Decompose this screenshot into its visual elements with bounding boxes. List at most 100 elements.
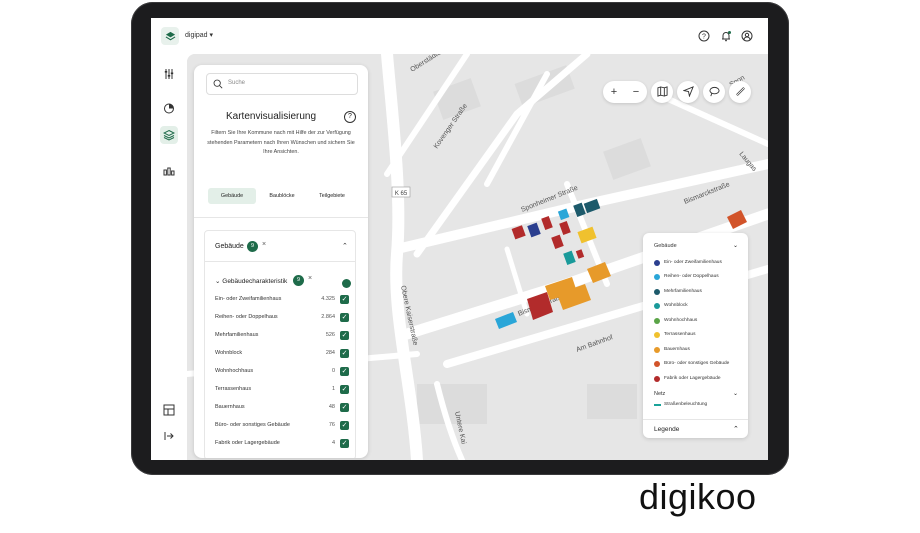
chevron-up-icon[interactable]: ⌃ (342, 242, 348, 250)
workspace-name: digipad (185, 32, 208, 39)
panel-description: Filtern Sie Ihre Kommune nach mit Hilfe … (207, 130, 355, 156)
help-icon[interactable]: ? (698, 29, 710, 42)
row-label: Büro- oder sonstiges Gebäude (215, 422, 290, 428)
map-legend: Gebäude ⌄ Ein- oder Zweifamilienhaus Rei… (643, 233, 748, 438)
chevron-up-icon[interactable]: ⌃ (733, 425, 739, 433)
legend-net-title[interactable]: Netz (654, 391, 665, 397)
row-count: 4.325 (321, 296, 335, 302)
list-item: Ein- oder Zweifamilienhaus 4.325 ✓ (215, 294, 349, 306)
road-shield-label: K 65 (395, 191, 408, 197)
zoom-in-icon[interactable]: + (603, 81, 625, 103)
row-checkbox[interactable]: ✓ (340, 331, 349, 340)
bell-icon[interactable] (720, 29, 732, 42)
chevron-down-icon[interactable]: ⌄ (733, 390, 738, 397)
locate-control (677, 81, 699, 103)
row-checkbox[interactable]: ✓ (340, 439, 349, 448)
layers-icon[interactable] (160, 126, 178, 144)
legend-label: Terrassenhaus (664, 332, 696, 337)
legend-line-swatch (654, 404, 661, 406)
search-icon (213, 79, 223, 89)
search-placeholder: Suche (228, 80, 246, 86)
legend-swatch (654, 376, 660, 382)
select-all-radio[interactable] (343, 280, 350, 287)
row-checkbox[interactable]: ✓ (340, 313, 349, 322)
legend-divider (643, 419, 748, 420)
row-checkbox[interactable]: ✓ (340, 403, 349, 412)
row-label: Bauernhaus (215, 404, 245, 410)
row-count: 1 (331, 386, 335, 392)
row-label: Ein- oder Zweifamilienhaus (215, 296, 282, 302)
clear-subsection-icon[interactable]: × (308, 275, 312, 282)
legend-toggle-label[interactable]: Legende (654, 426, 679, 433)
row-count: 0 (331, 368, 335, 374)
row-checkbox[interactable]: ✓ (340, 349, 349, 358)
row-label: Mehrfamilienhaus (215, 332, 259, 338)
legend-label: Reihen- oder Doppelhaus (664, 274, 719, 279)
section-title[interactable]: Gebäude (215, 243, 244, 250)
list-item: Mehrfamilienhaus 526 ✓ (215, 330, 349, 342)
legend-swatch (654, 260, 660, 266)
legend-label: Bauernhaus (664, 347, 690, 352)
collapse-sidebar-icon[interactable] (160, 427, 178, 445)
row-count: 76 (328, 422, 335, 428)
legend-swatch (654, 274, 660, 280)
row-checkbox[interactable]: ✓ (340, 367, 349, 376)
legend-label: Fabrik oder Lagergebäude (664, 376, 721, 381)
row-count: 2.864 (321, 314, 335, 320)
legend-swatch (654, 303, 660, 309)
subsection-title[interactable]: ⌄ Gebäudecharakteristik (215, 277, 287, 285)
tab-gebaeude[interactable]: Gebäude (208, 188, 256, 204)
legend-label: Wohnhochhaus (664, 318, 698, 323)
ruler-icon[interactable] (729, 81, 751, 103)
row-label: Reihen- oder Doppelhaus (215, 314, 278, 320)
workspace-switcher[interactable]: digipad ▾ (185, 31, 213, 39)
row-label: Wohnhochhaus (215, 368, 254, 374)
search-input[interactable]: Suche (206, 73, 358, 95)
ruler-control (729, 81, 751, 103)
row-count: 284 (325, 350, 335, 356)
list-item: Terrassenhaus 1 ✓ (215, 384, 349, 396)
row-label: Terrassenhaus (215, 386, 252, 392)
list-item: Reihen- oder Doppelhaus 2.864 ✓ (215, 312, 349, 324)
row-checkbox[interactable]: ✓ (340, 295, 349, 304)
svg-text:?: ? (702, 34, 706, 41)
user-icon[interactable] (741, 29, 753, 42)
legend-label: Büro- oder sonstiges Gebäude (664, 361, 730, 366)
app-logo[interactable] (161, 27, 179, 45)
pie-chart-icon[interactable] (160, 99, 178, 117)
tab-teilgebiete[interactable]: Teilgebiete (308, 188, 356, 204)
subsection-label: Gebäudecharakteristik (222, 278, 288, 285)
list-item: Wohnhochhaus 0 ✓ (215, 366, 349, 378)
clear-section-icon[interactable]: × (262, 241, 266, 248)
row-count: 526 (325, 332, 335, 338)
chevron-down-icon[interactable]: ⌄ (733, 242, 738, 249)
list-item: Fabrik oder Lagergebäude 4 ✓ (215, 438, 349, 450)
row-count: 48 (328, 404, 335, 410)
help-icon[interactable]: ? (344, 111, 356, 123)
legend-label: Mehrfamilienhaus (664, 289, 702, 294)
dashboard-icon[interactable] (160, 401, 178, 419)
filter-sliders-icon[interactable] (160, 65, 178, 83)
divider (194, 217, 368, 218)
list-item: Büro- oder sonstiges Gebäude 76 ✓ (215, 420, 349, 432)
row-checkbox[interactable]: ✓ (340, 385, 349, 394)
tab-bar: Gebäude Baublöcke Teilgebiete (208, 188, 356, 204)
book-icon[interactable] (651, 81, 673, 103)
lasso-icon[interactable] (703, 81, 725, 103)
row-count: 4 (331, 440, 335, 446)
legend-swatch (654, 332, 660, 338)
section-count-badge: 9 (247, 241, 258, 252)
legend-swatch (654, 347, 660, 353)
legend-label: Wohnblock (664, 303, 688, 308)
row-checkbox[interactable]: ✓ (340, 421, 349, 430)
gebaeude-section: Gebäude 9 × ⌃ ⌄ Gebäudecharakteristik 9 … (204, 230, 356, 458)
brand-wordmark: digikoo (639, 476, 757, 517)
layers-book-control (651, 81, 673, 103)
tab-bauboecke[interactable]: Baublöcke (258, 188, 306, 204)
zoom-out-icon[interactable]: − (625, 81, 647, 103)
bar-chart-icon[interactable] (160, 162, 178, 180)
locate-icon[interactable] (677, 81, 699, 103)
subsection-count-badge: 9 (293, 275, 304, 286)
zoom-controls: + − (603, 81, 647, 103)
legend-section-title[interactable]: Gebäude (654, 243, 677, 249)
